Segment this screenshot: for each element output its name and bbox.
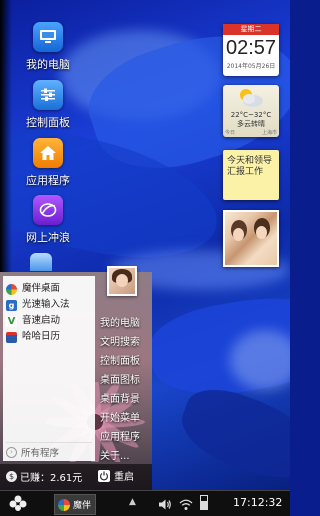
keyboard-g-icon: g (6, 299, 17, 311)
browser-icon (33, 195, 63, 225)
desktop-icon-label: 应用程序 (26, 174, 70, 187)
menu-link-start-menu[interactable]: 开始菜单 (100, 409, 140, 424)
earnings-icon: $ (6, 471, 17, 482)
all-programs-button[interactable]: › 所有程序 (6, 445, 59, 459)
menu-link-search[interactable]: 文明搜索 (100, 333, 140, 348)
weather-day: 今日 (225, 130, 236, 136)
battery-icon[interactable] (200, 495, 208, 510)
menu-link-about[interactable]: 关于... (100, 447, 130, 462)
start-menu: 魔伴桌面 g 光速输入法 V 音速启动 哈哈日历 › 所有程序 我的电脑 文明搜… (0, 266, 152, 490)
desktop-icon-web-surfing[interactable]: 网上冲浪 (8, 195, 88, 245)
menu-link-applications[interactable]: 应用程序 (100, 428, 140, 443)
menu-item-yinsu-launcher[interactable]: V 音速启动 (6, 314, 60, 328)
earnings-label[interactable]: 已赚：2.61元 (20, 469, 82, 484)
taskbar: 魔伴 ▲ 17:12:32 (0, 490, 290, 516)
weather-widget[interactable]: 22°C~32°C 多云转晴 今日 上海市 (223, 85, 279, 137)
sliders-icon (33, 80, 63, 110)
taskbar-app-mobei[interactable]: 魔伴 (54, 494, 96, 515)
start-button[interactable] (8, 495, 28, 512)
all-programs-label: 所有程序 (21, 448, 60, 459)
restart-label: 重启 (114, 472, 134, 483)
cloud-sun-icon (237, 87, 265, 109)
menu-link-my-computer[interactable]: 我的电脑 (100, 314, 140, 329)
desktop-icon-applications[interactable]: 应用程序 (8, 138, 88, 188)
computer-icon (33, 22, 63, 52)
desktop-icon-label: 网上冲浪 (26, 231, 70, 244)
photo-frame-widget[interactable] (223, 210, 279, 267)
menu-link-desktop-background[interactable]: 桌面背景 (100, 390, 140, 405)
photo-image (225, 212, 277, 265)
widget-time: 02:57 (225, 37, 277, 59)
taskbar-clock[interactable]: 17:12:32 (233, 496, 282, 509)
pinwheel-icon (6, 283, 17, 295)
v-launch-icon: V (6, 315, 17, 327)
desktop-icon-control-panel[interactable]: 控制面板 (8, 80, 88, 130)
weather-condition: 多云转晴 (237, 120, 265, 128)
user-avatar[interactable] (107, 266, 137, 296)
restart-button[interactable]: 重启 (98, 468, 134, 483)
calendar-icon (6, 331, 17, 343)
temperature-range: 22°C~32°C (230, 111, 272, 119)
calendar-clock-widget[interactable]: 星期二 02:57 2014年05月26日 (223, 24, 279, 76)
menu-item-label: 音速启动 (22, 315, 61, 326)
widget-date: 2014年05月26日 (226, 63, 276, 70)
desktop-icon-my-computer[interactable]: 我的电脑 (8, 22, 88, 72)
taskbar-app-label: 魔伴 (73, 501, 92, 511)
wifi-icon[interactable] (179, 496, 193, 515)
tray-expand-icon[interactable]: ▲ (129, 497, 136, 507)
arrow-right-circle-icon: › (6, 446, 17, 458)
menu-item-label: 光速输入法 (22, 299, 70, 310)
flower-logo-icon (9, 495, 27, 511)
menu-item-label: 哈哈日历 (22, 331, 61, 342)
menu-link-desktop-icons[interactable]: 桌面图标 (100, 371, 140, 386)
chat-icon[interactable] (30, 253, 52, 271)
weather-city: 上海市 (261, 130, 277, 136)
sticky-note-widget[interactable]: 今天和领导汇报工作 (223, 150, 279, 200)
pinwheel-icon (58, 498, 70, 511)
home-icon (33, 138, 63, 168)
menu-divider (6, 442, 92, 443)
menu-item-haha-calendar[interactable]: 哈哈日历 (6, 330, 60, 344)
volume-icon[interactable] (158, 496, 172, 515)
weekday-label: 星期二 (223, 24, 279, 35)
menu-item-guangsu-ime[interactable]: g 光速输入法 (6, 298, 70, 312)
power-icon (98, 469, 110, 482)
menu-item-label: 魔伴桌面 (22, 283, 61, 294)
desktop-icon-label: 我的电脑 (26, 58, 70, 71)
menu-item-mobei-desktop[interactable]: 魔伴桌面 (6, 282, 60, 296)
note-text: 今天和领导汇报工作 (227, 156, 273, 177)
menu-link-control-panel[interactable]: 控制面板 (100, 352, 140, 367)
desktop-icon-label: 控制面板 (26, 116, 70, 129)
start-menu-footer: $ 已赚：2.61元 重启 (0, 464, 152, 490)
